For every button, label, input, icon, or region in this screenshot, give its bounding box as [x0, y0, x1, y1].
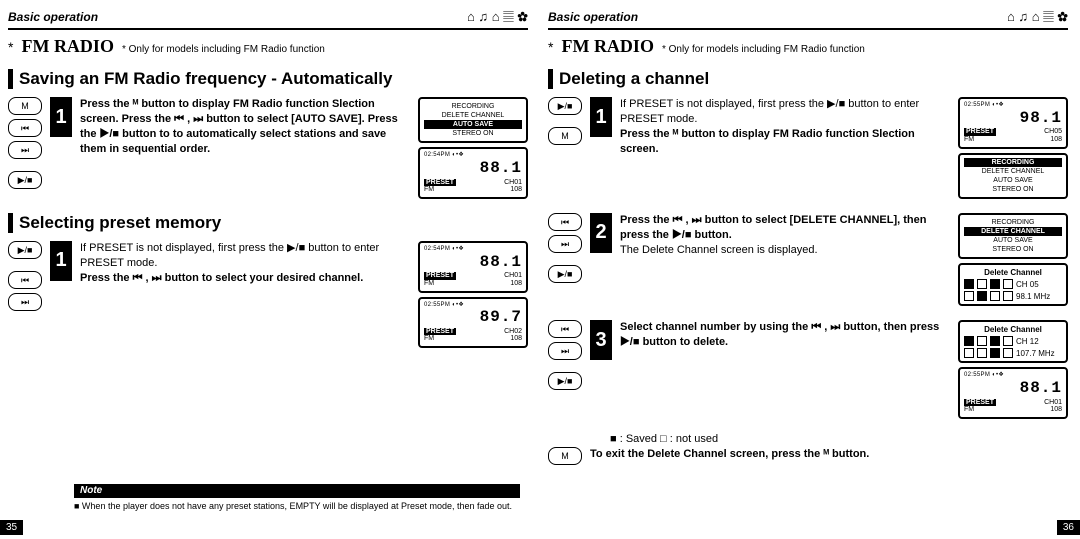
menu-thumb-autosave: RECORDING DELETE CHANNEL AUTO SAVE STERE… — [418, 97, 528, 143]
delete-step2-text: Press the ⏮ , ⏭ button to select [DELETE… — [620, 213, 950, 306]
heading-auto-save: Saving an FM Radio frequency - Automatic… — [8, 69, 528, 89]
m-button-icon: M — [548, 127, 582, 145]
delete-step1: ▶/■ M 1 If PRESET is not displayed, firs… — [548, 97, 1068, 199]
delete-thumbs-1: 02:55PM ◐•❖ 98.1 PRESETCH05 FM108 RECORD… — [958, 97, 1068, 199]
title-star: * — [548, 39, 553, 55]
page-35: Basic operation ⌂ ♫ ⌂ 𝄚 ✿ * FM RADIO * O… — [0, 0, 540, 539]
prev-button-icon: ⏮ — [8, 119, 42, 137]
lcd-thumb-897: 02:55PM ◐•❖ 89.7 PRESETCH02 FM108 — [418, 297, 528, 349]
lcd-thumb-881c: 02:55PM ◐•❖ 88.1 PRESETCH01 FM108 — [958, 367, 1068, 419]
header-icons: ⌂ ♫ ⌂ 𝄚 ✿ — [1004, 8, 1068, 26]
next-button-icon: ⏭ — [548, 235, 582, 253]
title-footnote: * Only for models including FM Radio fun… — [122, 44, 325, 55]
delete-channel-box-1: Delete Channel CH 05 98.1 MHz — [958, 263, 1068, 306]
step-number-1: 1 — [50, 241, 72, 281]
legend-saved-notused: ■ : Saved □ : not used — [610, 433, 1068, 445]
step-number-3: 3 — [590, 320, 612, 360]
button-column: ⏮ ⏭ ▶/■ — [548, 320, 582, 419]
page-number-36: 36 — [1057, 520, 1080, 535]
button-column: ▶/■ M — [548, 97, 582, 199]
playstop-button-icon: ▶/■ — [548, 372, 582, 390]
title-row: * FM RADIO * Only for models including F… — [548, 36, 1068, 57]
delete-step3-text: Select channel number by using the ⏮ , ⏭… — [620, 320, 950, 419]
autosave-thumbs: RECORDING DELETE CHANNEL AUTO SAVE STERE… — [418, 97, 528, 199]
delete-channel-box-2: Delete Channel CH 12 107.7 MHz — [958, 320, 1068, 363]
delete-step3: ⏮ ⏭ ▶/■ 3 Select channel number by using… — [548, 320, 1068, 419]
prev-button-icon: ⏮ — [548, 320, 582, 338]
lcd-thumb-981: 02:55PM ◐•❖ 98.1 PRESETCH05 FM108 — [958, 97, 1068, 149]
menu-thumb-deletechannel: RECORDING DELETE CHANNEL AUTO SAVE STERE… — [958, 213, 1068, 259]
title-row: * FM RADIO * Only for models including F… — [8, 36, 528, 57]
title-fmradio: FM RADIO — [561, 36, 654, 57]
exit-text: To exit the Delete Channel screen, press… — [590, 447, 1068, 465]
lcd-thumb-881b: 02:54PM ◐•❖ 88.1 PRESETCH01 FM108 — [418, 241, 528, 293]
heading-deleting-channel: Deleting a channel — [548, 69, 1068, 89]
title-footnote: * Only for models including FM Radio fun… — [662, 44, 865, 55]
m-button-icon: M — [548, 447, 582, 465]
preset-step-text: If PRESET is not displayed, first press … — [80, 241, 410, 348]
step-number-2: 2 — [590, 213, 612, 253]
autosave-block: M ⏮ ⏭ ▶/■ 1 Press the ᴹ button to displa… — [8, 97, 528, 199]
step-number-1: 1 — [50, 97, 72, 137]
page-header: Basic operation ⌂ ♫ ⌂ 𝄚 ✿ — [8, 8, 528, 30]
preset-thumbs: 02:54PM ◐•❖ 88.1 PRESETCH01 FM108 02:55P… — [418, 241, 528, 348]
menu-thumb-recording: RECORDING DELETE CHANNEL AUTO SAVE STERE… — [958, 153, 1068, 199]
button-column: M ⏮ ⏭ ▶/■ — [8, 97, 42, 199]
title-star: * — [8, 39, 13, 55]
next-button-icon: ⏭ — [8, 293, 42, 311]
button-column: M — [548, 447, 582, 465]
delete-thumbs-2: RECORDING DELETE CHANNEL AUTO SAVE STERE… — [958, 213, 1068, 306]
header-icons: ⌂ ♫ ⌂ 𝄚 ✿ — [464, 8, 528, 26]
delete-step1-text: If PRESET is not displayed, first press … — [620, 97, 950, 199]
next-button-icon: ⏭ — [548, 342, 582, 360]
delete-thumbs-3: Delete Channel CH 12 107.7 MHz 02:55PM ◐… — [958, 320, 1068, 419]
page-36: Basic operation ⌂ ♫ ⌂ 𝄚 ✿ * FM RADIO * O… — [540, 0, 1080, 539]
button-column: ▶/■ ⏮ ⏭ — [8, 241, 42, 348]
header-basic-operation: Basic operation — [8, 10, 98, 24]
prev-button-icon: ⏮ — [548, 213, 582, 231]
step-number-1: 1 — [590, 97, 612, 137]
playstop-button-icon: ▶/■ — [548, 265, 582, 283]
prev-button-icon: ⏮ — [8, 271, 42, 289]
next-button-icon: ⏭ — [8, 141, 42, 159]
note-body: ■ When the player does not have any pres… — [74, 497, 520, 511]
playstop-button-icon: ▶/■ — [8, 241, 42, 259]
button-column: ⏮ ⏭ ▶/■ — [548, 213, 582, 306]
note-box: Note ■ When the player does not have any… — [74, 484, 520, 511]
playstop-button-icon: ▶/■ — [548, 97, 582, 115]
playstop-button-icon: ▶/■ — [8, 171, 42, 189]
page-header: Basic operation ⌂ ♫ ⌂ 𝄚 ✿ — [548, 8, 1068, 30]
title-fmradio: FM RADIO — [21, 36, 114, 57]
heading-preset-memory: Selecting preset memory — [8, 213, 528, 233]
autosave-step-text: Press the ᴹ button to display FM Radio f… — [80, 97, 410, 199]
delete-step2: ⏮ ⏭ ▶/■ 2 Press the ⏮ , ⏭ button to sele… — [548, 213, 1068, 306]
exit-row: M To exit the Delete Channel screen, pre… — [548, 447, 1068, 465]
preset-block: ▶/■ ⏮ ⏭ 1 If PRESET is not displayed, fi… — [8, 241, 528, 348]
header-basic-operation: Basic operation — [548, 10, 638, 24]
note-label: Note — [74, 484, 520, 497]
lcd-thumb-881: 02:54PM ◐•❖ 88.1 PRESETCH01 FM108 — [418, 147, 528, 199]
manual-spread: Basic operation ⌂ ♫ ⌂ 𝄚 ✿ * FM RADIO * O… — [0, 0, 1080, 539]
m-button-icon: M — [8, 97, 42, 115]
page-number-35: 35 — [0, 520, 23, 535]
